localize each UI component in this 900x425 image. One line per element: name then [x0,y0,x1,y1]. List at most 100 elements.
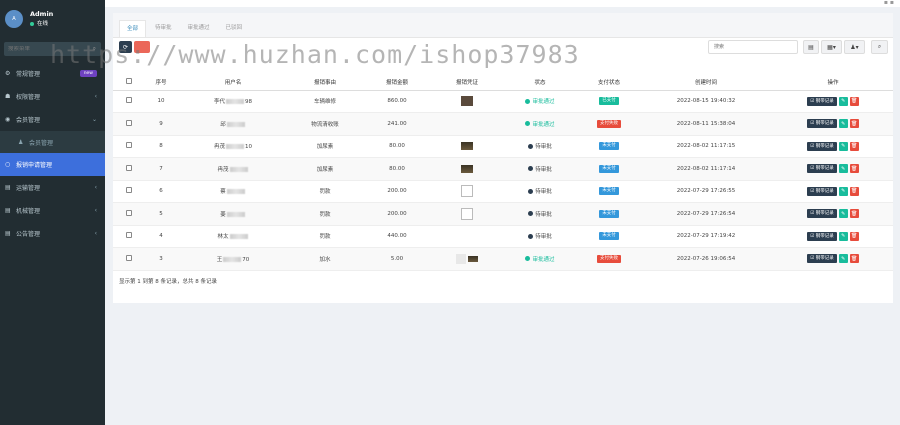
status-dot-icon [528,143,534,149]
tab-3[interactable]: 已驳回 [219,20,250,37]
delete-row-button[interactable]: 🗑 [849,119,859,129]
delete-row-button[interactable]: 🗑 [849,96,859,106]
toggle-view-button[interactable]: ▤ [803,40,819,54]
pay-status-badge: 未支付 [599,164,619,173]
row-voucher [433,247,501,271]
voucher-image[interactable] [461,142,473,151]
column-header[interactable]: 状态 [501,75,579,91]
delete-row-button[interactable]: 🗑 [849,186,859,196]
more-icon[interactable]: ▪▪ [884,0,896,6]
row-id: 9 [145,112,177,136]
row-pay-status: 已支付 [579,90,639,113]
edit-button[interactable]: ✎ [838,164,848,174]
table-row[interactable]: 8 冉茂 10 加尿素 80.00 待审批 未支付 2022-08-02 11:17:15 ☑ … [113,135,893,158]
row-username: 邱 [177,112,289,136]
select-all-checkbox[interactable] [126,78,132,85]
log-button[interactable]: ☑ 钢带记录 [807,254,837,264]
row-reason: 加水 [289,247,361,271]
table-row[interactable]: 7 冉茂 加尿素 80.00 待审批 未支付 2022-08-02 11:17:14 ☑ 钢带… [113,157,893,181]
row-checkbox[interactable] [126,164,132,171]
delete-row-button[interactable]: 🗑 [849,254,859,264]
row-checkbox[interactable] [126,97,132,104]
row-amount: 241.00 [361,112,433,136]
voucher-image[interactable] [456,253,467,264]
status-dot-icon [528,188,534,194]
export-button[interactable]: ♟▾ [844,40,865,54]
sidebar-item-3[interactable]: ♟ 会员管理 [0,131,105,153]
column-header[interactable]: 创建时间 [639,75,773,91]
log-button[interactable]: ☑ 钢带记录 [807,164,837,174]
advanced-search-button[interactable]: ⌕ [871,40,888,54]
delete-row-button[interactable]: 🗑 [849,231,859,241]
columns-button[interactable]: ▦▾ [821,40,842,54]
row-checkbox[interactable] [126,232,132,239]
table-row[interactable]: 10 李代 98 车辆维修 860.00 审批通过 已支付 2022-08-15 19:40:… [113,90,893,113]
table-row[interactable]: 9 邱物流清收账 241.00 审批通过 支付失败 2022-08-11 15:38:04… [113,112,893,136]
watermark: https://www.huzhan.com/ishop37983 [50,40,580,69]
avatar[interactable]: A [5,10,23,28]
edit-button[interactable]: ✎ [838,186,848,196]
table-row[interactable]: 5 姜罚款 200.00 待审批 未支付 2022-07-29 17:26:54 ☑ 钢带记… [113,202,893,226]
voucher-image[interactable] [461,164,473,173]
sidebar-item-label: 权限管理 [16,94,41,101]
row-checkbox[interactable] [126,187,132,194]
table-row[interactable]: 4 林太 罚款 440.00 待审批 未支付 2022-07-29 17:19:42 ☑ 钢带… [113,225,893,248]
voucher-image[interactable] [467,255,478,262]
edit-button[interactable]: ✎ [838,141,848,151]
row-status: 待审批 [501,180,579,203]
row-status: 待审批 [501,157,579,181]
log-button[interactable]: ☑ 钢带记录 [807,141,837,151]
pay-status-badge: 未支付 [599,232,619,241]
row-id: 7 [145,157,177,181]
sidebar-item-1[interactable]: ☗ 权限管理 ‹ [0,85,105,108]
sidebar-item-5[interactable]: ▤ 运输管理 ‹ [0,176,105,199]
column-header[interactable]: 操作 [773,75,893,91]
tab-1[interactable]: 待审批 [148,20,179,37]
sidebar-item-7[interactable]: ▤ 公告管理 ‹ [0,222,105,245]
log-button[interactable]: ☑ 钢带记录 [807,231,837,241]
redacted-text [226,121,245,127]
row-reason: 物流清收账 [289,112,361,136]
chevron-left-icon: ‹ [94,184,97,191]
user-icon: ♟ [18,138,24,146]
delete-row-button[interactable]: 🗑 [849,209,859,219]
row-checkbox[interactable] [126,254,132,261]
tab-2[interactable]: 审批通过 [181,20,217,37]
row-checkbox[interactable] [126,142,132,149]
sidebar-item-6[interactable]: ▤ 机械管理 ‹ [0,199,105,222]
edit-button[interactable]: ✎ [838,209,848,219]
edit-button[interactable]: ✎ [838,119,848,129]
broken-image-icon[interactable] [461,207,473,220]
sidebar-item-2[interactable]: ◉ 会员管理 ⌄ [0,108,105,131]
row-status: 审批通过 [501,247,579,271]
row-checkbox[interactable] [126,209,132,216]
edit-button[interactable]: ✎ [838,96,848,106]
log-button[interactable]: ☑ 钢带记录 [807,186,837,196]
log-button[interactable]: ☑ 钢带记录 [807,96,837,106]
row-pay-status: 未支付 [579,180,639,203]
table-search-input[interactable] [708,40,798,54]
sidebar-item-label: 会员管理 [29,139,54,147]
edit-button[interactable]: ✎ [838,231,848,241]
delete-row-button[interactable]: 🗑 [849,141,859,151]
column-header[interactable]: 用户名 [177,75,289,91]
table-row[interactable]: 6 蔡罚款 200.00 待审批 未支付 2022-07-29 17:26:55 ☑ 钢带记… [113,180,893,203]
row-voucher [433,180,501,203]
edit-button[interactable]: ✎ [838,254,848,264]
voucher-image[interactable] [461,96,473,107]
sidebar-item-4[interactable]: ○ 报销申请管理 [0,153,105,176]
row-checkbox[interactable] [126,119,132,126]
log-button[interactable]: ☑ 钢带记录 [807,209,837,219]
column-header[interactable]: 序号 [145,75,177,91]
online-dot-icon [30,22,34,26]
column-header[interactable]: 报销凭证 [433,75,501,91]
column-header[interactable]: 支付状态 [579,75,639,91]
table-row[interactable]: 3 王 70 加水 5.00 审批通过 支付失败 2022-07-26 19:06:54 ☑ … [113,247,893,271]
broken-image-icon[interactable] [461,185,473,198]
column-header[interactable]: 报销事由 [289,75,361,91]
log-button[interactable]: ☑ 钢带记录 [807,119,837,129]
tab-0[interactable]: 全部 [119,20,147,37]
delete-row-button[interactable]: 🗑 [849,164,859,174]
column-header[interactable]: 报销金额 [361,75,433,91]
redacted-text [226,144,244,150]
